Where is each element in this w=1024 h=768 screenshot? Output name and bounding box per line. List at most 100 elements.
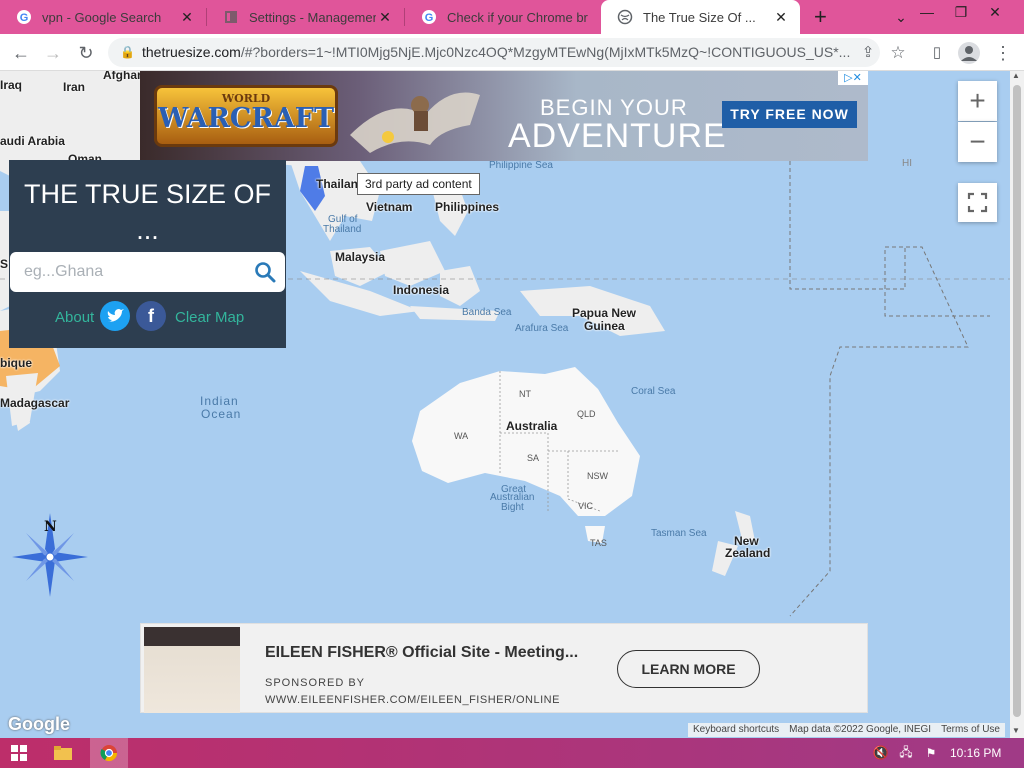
google-icon: G [16, 9, 32, 25]
label-tas: TAS [590, 538, 607, 548]
label-nt: NT [519, 389, 531, 399]
ad-product-photo [144, 627, 240, 713]
label-tasman-sea: Tasman Sea [651, 528, 707, 539]
compass-north-label: N [44, 519, 57, 535]
close-tab-icon[interactable]: ✕ [178, 9, 196, 26]
label-qld: QLD [577, 409, 596, 419]
label-madagascar: Madagascar [0, 396, 70, 410]
tab-vpn-search[interactable]: G vpn - Google Search ✕ [0, 0, 206, 34]
compass-rose-icon: N [10, 511, 90, 597]
back-arrow-icon[interactable]: ← [8, 40, 34, 66]
learn-more-button[interactable]: LEARN MORE [617, 650, 760, 688]
scroll-down-icon[interactable]: ▼ [1012, 726, 1020, 735]
label-great-australian-bight-3: Bight [501, 502, 524, 513]
url-host: thetruesize.com [142, 44, 241, 60]
ad-tooltip: 3rd party ad content [357, 173, 480, 195]
bottom-banner-ad[interactable]: EILEEN FISHER® Official Site - Meeting..… [140, 623, 868, 713]
minimize-icon[interactable]: — [910, 0, 944, 24]
search-icon[interactable] [253, 260, 277, 284]
label-arafura-sea: Arafura Sea [515, 323, 569, 334]
reload-icon[interactable]: ↻ [73, 40, 99, 66]
chrome-taskbar-icon[interactable] [90, 738, 128, 768]
restore-icon[interactable]: ❐ [944, 0, 978, 24]
address-bar[interactable]: 🔒 thetruesize.com/#?borders=1~!MTI0Mjg5N… [108, 38, 880, 67]
country-search-box[interactable] [10, 252, 285, 292]
fullscreen-button[interactable] [958, 183, 997, 222]
tab-title: Settings - Management [249, 9, 376, 25]
terms-of-use-link[interactable]: Terms of Use [936, 723, 1005, 737]
network-icon[interactable]: 🖧 [895, 738, 917, 768]
panel-heading: THE TRUE SIZE OF ... [23, 179, 272, 245]
label-iran: Iran [63, 80, 86, 94]
label-vietnam: Vietnam [366, 200, 413, 214]
close-tab-icon[interactable]: ✕ [772, 9, 790, 26]
share-icon[interactable]: ⇪ [855, 40, 881, 66]
tab-title: vpn - Google Search [42, 9, 162, 25]
bookmark-star-icon[interactable]: ☆ [885, 40, 911, 66]
ad-headline-2: ADVENTURE [508, 117, 727, 155]
taskbar-clock[interactable]: 10:16 PM [950, 738, 1001, 768]
map-footer: Keyboard shortcuts Map data ©2022 Google… [688, 723, 1005, 737]
notification-flag-icon[interactable]: ⚑ [920, 738, 942, 768]
profile-avatar-icon[interactable] [958, 42, 980, 64]
more-menu-icon[interactable]: ⋮ [990, 40, 1016, 66]
clear-map-link[interactable]: Clear Map [175, 309, 244, 326]
windows-start-icon[interactable] [6, 738, 32, 768]
volume-muted-icon[interactable]: 🔇 [870, 738, 892, 768]
twitter-icon[interactable] [100, 301, 130, 331]
label-hawaii: HI [902, 158, 912, 169]
facebook-icon[interactable]: f [136, 301, 166, 331]
settings-page-icon [223, 9, 239, 25]
keyboard-shortcuts-link[interactable]: Keyboard shortcuts [688, 723, 784, 737]
label-mozambique: bique [0, 356, 32, 370]
true-size-panel: THE TRUE SIZE OF ... About f Clear Map [9, 160, 286, 348]
ad-title: EILEEN FISHER® Official Site - Meeting..… [265, 644, 579, 661]
label-iraq: Iraq [0, 78, 23, 92]
tab-strip: G vpn - Google Search ✕ Settings - Manag… [0, 0, 1024, 34]
new-tab-button[interactable]: + [806, 0, 836, 34]
label-afghanistan: Afghan [103, 71, 145, 82]
tab-title: The True Size Of ... [643, 9, 756, 25]
try-free-now-button[interactable]: TRY FREE NOW [722, 101, 857, 128]
label-banda-sea: Banda Sea [462, 307, 512, 318]
page-scrollbar[interactable]: ▲ ▼ [1010, 71, 1024, 738]
scroll-up-icon[interactable]: ▲ [1012, 71, 1020, 80]
adchoices-icon[interactable]: ▷✕ [838, 71, 868, 85]
zoom-in-button[interactable]: + [958, 81, 997, 121]
label-philippine-sea: Philippine Sea [489, 160, 553, 171]
country-search-input[interactable] [24, 261, 244, 283]
ad-url: WWW.EILEENFISHER.COM/EILEEN_FISHER/ONLIN… [265, 694, 560, 706]
label-papua-new-guinea-1: Papua New [572, 306, 637, 320]
globe-icon [617, 9, 633, 25]
forward-arrow-icon[interactable]: → [40, 40, 66, 66]
label-country-fragment: S [0, 257, 9, 271]
label-indian-ocean-2: Ocean [201, 407, 242, 421]
label-indonesia: Indonesia [393, 283, 450, 297]
about-link[interactable]: About [55, 309, 94, 326]
tab-true-size[interactable]: The True Size Of ... ✕ [601, 0, 800, 34]
windows-taskbar: 🔇 🖧 ⚑ 10:16 PM [0, 738, 1024, 768]
tab-settings-management[interactable]: Settings - Management ✕ [207, 0, 404, 34]
zoom-out-button[interactable]: − [958, 122, 997, 162]
label-vic: VIC [578, 501, 594, 511]
close-window-icon[interactable]: ✕ [978, 0, 1012, 24]
url-path: /#?borders=1~!MTI0Mjg5NjE.Mjc0Nzc4OQ*Mzg… [240, 44, 851, 60]
label-sa: SA [527, 453, 540, 463]
label-philippines: Philippines [435, 200, 500, 214]
scrollbar-thumb[interactable] [1013, 85, 1021, 717]
side-panel-icon[interactable]: ▯ [924, 40, 950, 66]
rider-illustration [350, 75, 480, 161]
label-papua-new-guinea-2: Guinea [584, 319, 625, 333]
lock-icon: 🔒 [120, 45, 135, 59]
google-icon: G [421, 9, 437, 25]
file-explorer-icon[interactable] [50, 738, 76, 768]
label-coral-sea: Coral Sea [631, 386, 676, 397]
close-tab-icon[interactable]: ✕ [376, 9, 394, 26]
top-banner-ad[interactable]: WORLD WARCRAFT BEGIN YOUR ADVENTURE TRY … [140, 71, 868, 161]
tab-chrome-check[interactable]: G Check if your Chrome br [405, 0, 601, 34]
fullscreen-icon [967, 192, 988, 213]
label-gulf-of-thailand-2: Thailand [323, 224, 362, 235]
label-nsw: NSW [587, 471, 608, 481]
svg-text:G: G [425, 12, 434, 24]
wow-logo: WORLD WARCRAFT [154, 85, 338, 147]
